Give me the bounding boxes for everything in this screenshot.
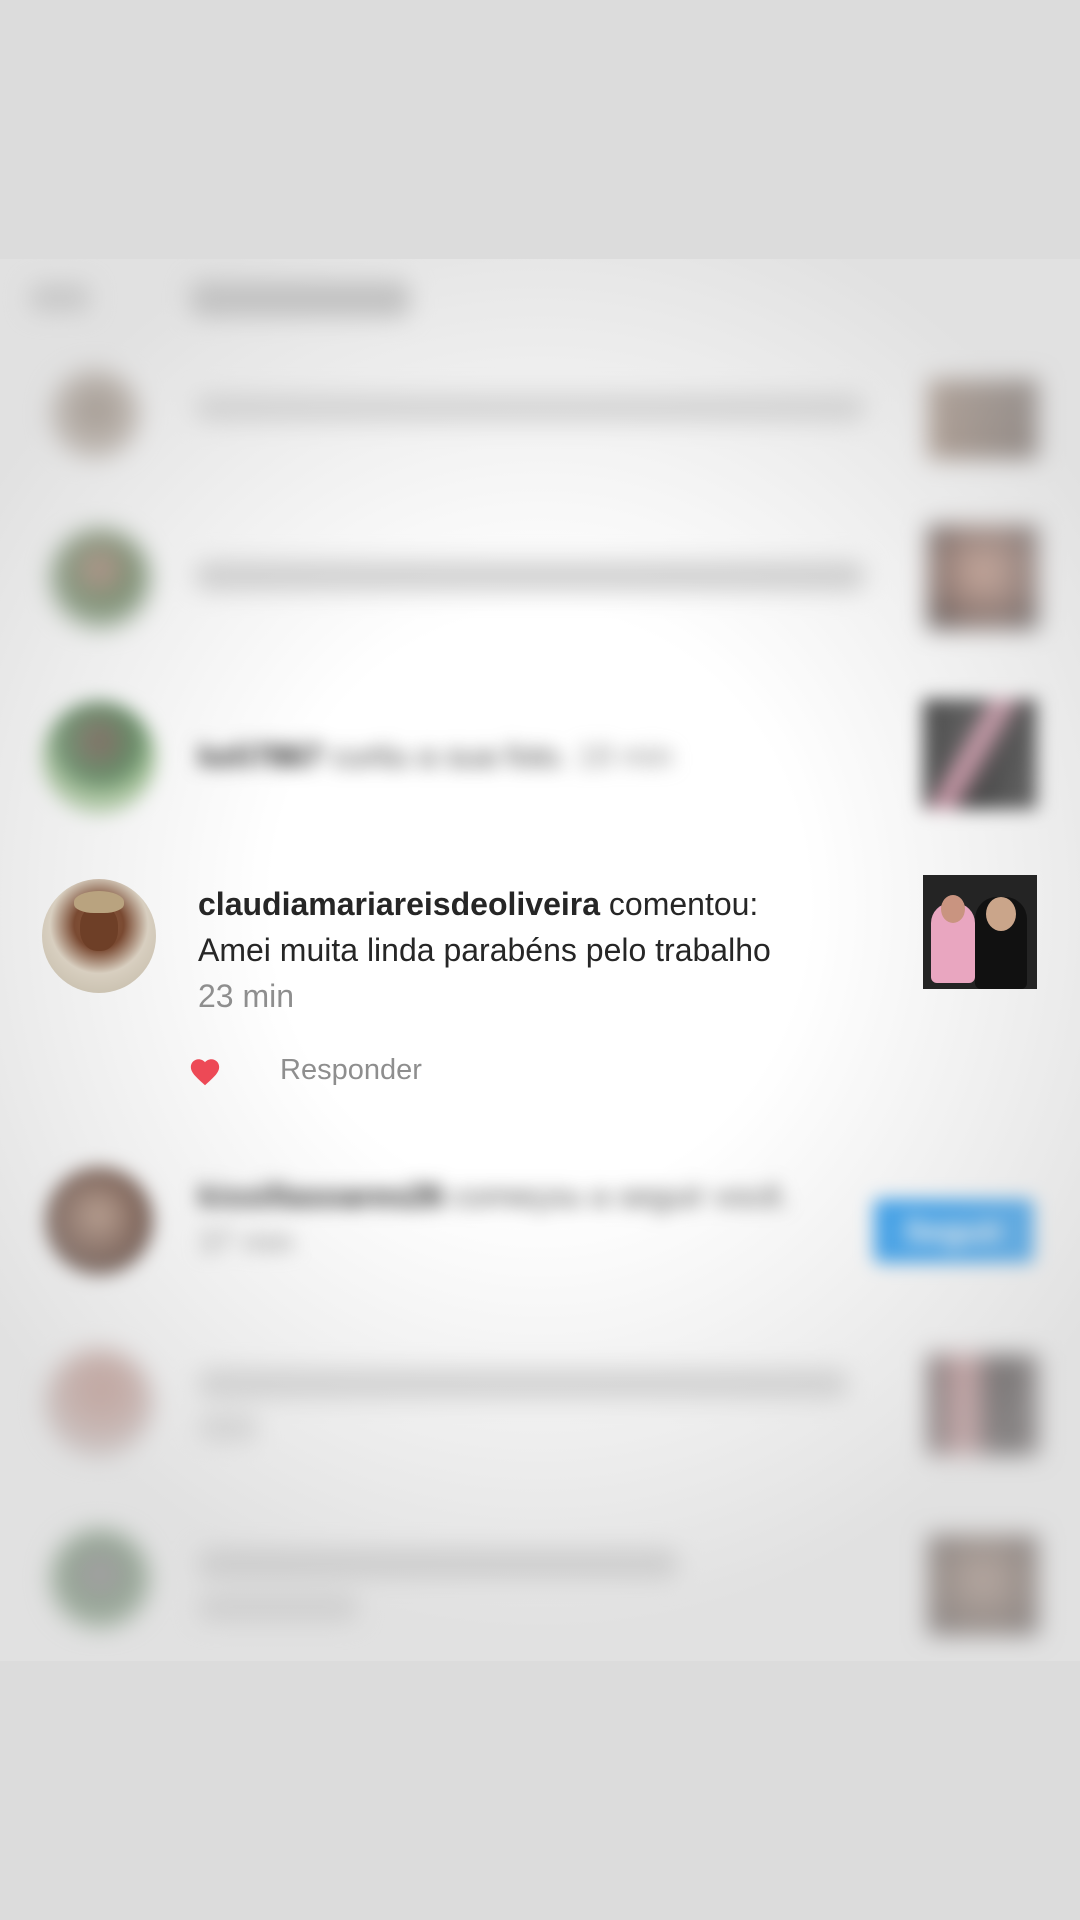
header	[0, 259, 1080, 339]
avatar[interactable]	[50, 369, 140, 459]
timestamp: 18 min	[576, 738, 673, 774]
action-text: curtiu a sua foto.	[331, 738, 569, 774]
timestamp: 23 min	[198, 978, 295, 1014]
avatar-hair	[74, 891, 124, 913]
notification-row-comment[interactable]: claudiamariareisdeoliveira comentou: Ame…	[0, 859, 1080, 1119]
notification-row[interactable]	[0, 1329, 1080, 1479]
notification-row[interactable]	[0, 349, 1080, 479]
avatar[interactable]	[45, 1167, 153, 1275]
header-title	[190, 281, 410, 317]
back-arrow-icon[interactable]	[30, 284, 90, 312]
post-thumbnail[interactable]	[923, 699, 1037, 809]
notification-text	[198, 1549, 678, 1579]
follow-button[interactable]: Seguir	[874, 1199, 1034, 1263]
post-thumbnail[interactable]	[928, 379, 1038, 459]
notification-row[interactable]	[0, 1509, 1080, 1659]
timestamp: 37 min	[198, 1224, 295, 1260]
notification-text	[198, 1414, 258, 1442]
reply-button[interactable]: Responder	[280, 1054, 422, 1087]
notification-text	[195, 394, 865, 422]
username[interactable]: claudiamariareisdeoliveira	[198, 886, 600, 922]
avatar[interactable]	[50, 529, 150, 629]
avatar[interactable]	[50, 1529, 150, 1629]
username[interactable]: kissillasoares26	[198, 1178, 444, 1214]
action-text: começou a seguir você.	[452, 1178, 791, 1214]
username[interactable]: keli7867	[198, 738, 323, 774]
avatar[interactable]	[45, 1349, 153, 1457]
thumb-face-left	[941, 895, 965, 923]
post-thumbnail[interactable]	[928, 1355, 1038, 1455]
notification-text	[198, 1594, 358, 1622]
avatar[interactable]	[42, 701, 156, 815]
heart-icon[interactable]	[188, 1055, 222, 1089]
post-thumbnail[interactable]	[928, 525, 1038, 629]
activity-feed: keli7867 curtiu a sua foto. 18 min claud…	[0, 259, 1080, 1661]
post-thumbnail[interactable]	[923, 875, 1037, 989]
comment-text: Amei muita linda parabéns pelo trabalho	[198, 932, 771, 968]
notification-text	[198, 1369, 848, 1399]
thumb-face-right	[986, 897, 1016, 931]
action-text: comentou:	[608, 886, 759, 922]
notification-row[interactable]: keli7867 curtiu a sua foto. 18 min	[0, 681, 1080, 831]
avatar[interactable]	[42, 879, 156, 993]
notification-text	[195, 561, 865, 591]
notification-row[interactable]	[0, 509, 1080, 649]
notification-row[interactable]: kissillasoares26 começou a seguir você. …	[0, 1149, 1080, 1299]
post-thumbnail[interactable]	[928, 1535, 1038, 1635]
